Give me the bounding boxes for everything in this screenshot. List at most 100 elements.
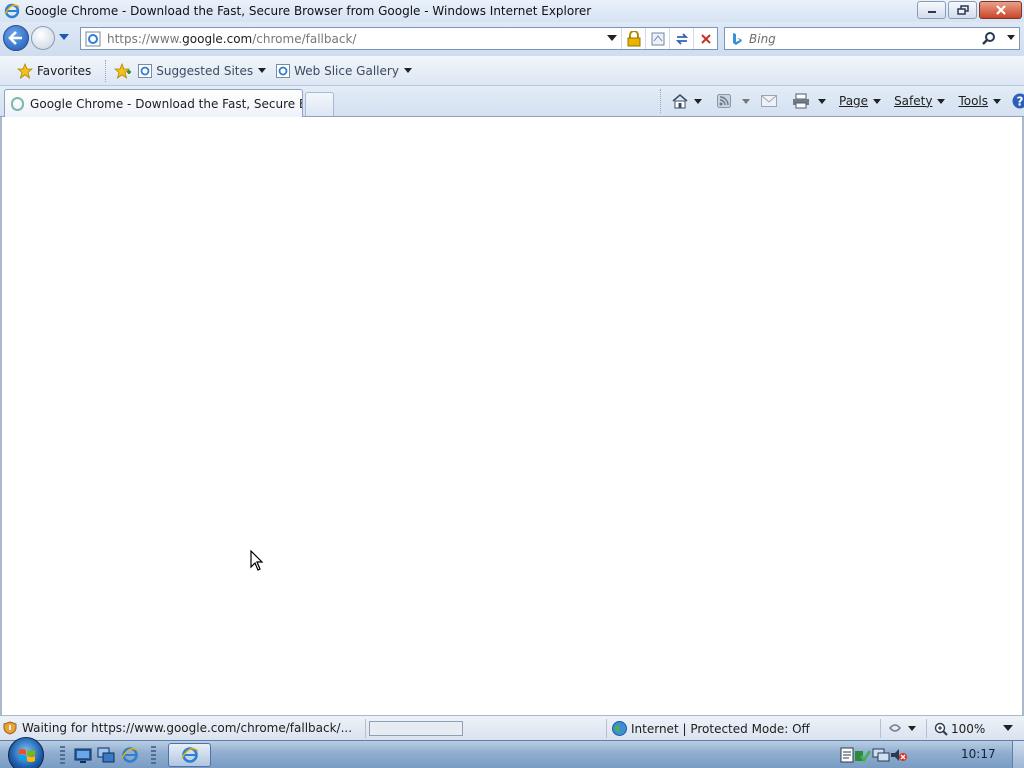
search-options-dropdown-icon[interactable] — [1007, 35, 1015, 41]
status-divider — [880, 719, 881, 738]
command-bar: Page Safety Tools ? — [660, 86, 1024, 116]
new-tab-button[interactable] — [305, 92, 334, 116]
page-menu-label: Page — [839, 94, 869, 108]
feeds-button[interactable] — [717, 94, 750, 108]
favorites-label: Favorites — [37, 63, 92, 78]
svg-text:?: ? — [1017, 95, 1024, 109]
help-button[interactable]: ? — [1012, 93, 1024, 109]
document-icon[interactable] — [840, 747, 854, 763]
taskbar-button-internet-explorer[interactable] — [168, 743, 211, 767]
lock-icon — [627, 30, 640, 46]
favorites-item-label: Suggested Sites — [156, 63, 254, 78]
zoom-level: 100% — [951, 721, 986, 736]
minimize-button[interactable] — [917, 1, 946, 19]
chevron-down-icon[interactable] — [694, 98, 702, 104]
forward-button[interactable] — [31, 26, 55, 50]
zoom-control[interactable]: 100% — [934, 716, 1014, 741]
window-title: Google Chrome - Download the Fast, Secur… — [25, 4, 592, 18]
zoom-icon — [934, 722, 948, 736]
chevron-down-icon[interactable] — [1003, 725, 1014, 732]
printer-icon — [793, 93, 809, 109]
chevron-down-icon — [258, 68, 267, 73]
add-to-favorites-bar-icon[interactable] — [114, 62, 132, 79]
popup-blocker-icon[interactable] — [888, 721, 916, 735]
clock[interactable]: 10:17 — [961, 747, 996, 761]
safety-menu-label: Safety — [894, 94, 933, 108]
home-button[interactable] — [671, 93, 702, 109]
back-button[interactable] — [3, 25, 29, 51]
show-desktop-button[interactable] — [1012, 741, 1024, 768]
windows-logo-icon — [19, 749, 35, 762]
tab-google-chrome[interactable]: Google Chrome - Download the Fast, Secur… — [4, 89, 303, 117]
chevron-down-icon — [873, 98, 882, 104]
tools-menu-label: Tools — [958, 94, 989, 108]
favorites-item-suggested-sites[interactable]: Suggested Sites — [138, 63, 267, 78]
taskbar-grip[interactable] — [60, 746, 65, 764]
search-icon[interactable] — [981, 31, 997, 47]
ie-icon — [4, 3, 20, 19]
favorites-item-web-slice-gallery[interactable]: Web Slice Gallery — [276, 63, 412, 78]
dropdown-icon — [607, 35, 617, 41]
favorites-button[interactable]: Favorites — [17, 60, 91, 82]
ie-quicklaunch-icon[interactable] — [121, 746, 139, 764]
loading-spinner-icon — [11, 96, 25, 111]
tools-menu-button[interactable]: Tools — [958, 94, 1002, 108]
print-button[interactable] — [792, 93, 826, 109]
address-bar[interactable]: https://www.google.com/chrome/fallback/ — [80, 27, 718, 50]
switch-windows-icon[interactable] — [97, 746, 115, 764]
favorites-item-label: Web Slice Gallery — [294, 63, 399, 78]
page-icon — [85, 31, 101, 46]
chevron-down-icon — [993, 98, 1002, 104]
compatibility-view-button[interactable] — [645, 28, 669, 49]
recent-pages-dropdown-icon[interactable] — [59, 34, 69, 42]
search-placeholder: Bing — [749, 31, 776, 46]
read-mail-button[interactable] — [761, 95, 777, 107]
status-divider — [365, 719, 366, 738]
taskbar-grip[interactable] — [151, 746, 156, 764]
address-dropdown-button[interactable] — [603, 28, 621, 49]
mouse-cursor-icon — [250, 550, 264, 571]
status-divider — [606, 719, 607, 738]
ie-page-icon — [138, 63, 153, 78]
bing-icon — [733, 32, 742, 45]
compatibility-icon — [651, 32, 664, 45]
tab-bar: Google Chrome - Download the Fast, Secur… — [0, 86, 1024, 117]
stop-button[interactable] — [693, 28, 717, 49]
security-zone[interactable]: Internet | Protected Mode: Off — [612, 716, 810, 741]
refresh-icon — [675, 32, 688, 45]
minimize-icon — [927, 11, 936, 13]
chevron-down-icon[interactable] — [818, 98, 826, 104]
start-button[interactable] — [8, 737, 44, 768]
tab-label: Google Chrome - Download the Fast, Secur… — [30, 96, 302, 111]
stop-icon — [700, 33, 711, 44]
system-tray — [840, 741, 908, 768]
status-divider — [926, 719, 927, 738]
star-icon — [17, 62, 33, 79]
restore-button[interactable] — [948, 1, 977, 19]
back-arrow-icon — [8, 31, 22, 45]
globe-icon — [612, 721, 627, 736]
mail-icon — [761, 95, 777, 107]
favorites-bar: Favorites Suggested Sites Web Slice Gall… — [0, 56, 1024, 86]
close-icon — [995, 5, 1006, 15]
close-button[interactable] — [979, 1, 1022, 19]
show-desktop-icon[interactable] — [74, 746, 92, 764]
refresh-button[interactable] — [669, 28, 693, 49]
rss-feed-icon — [717, 94, 731, 108]
network-icon[interactable] — [872, 747, 890, 763]
taskbar: 10:17 — [0, 737, 1024, 768]
home-icon — [672, 93, 688, 109]
security-center-icon[interactable] — [854, 747, 872, 763]
page-menu-button[interactable]: Page — [839, 94, 882, 108]
volume-muted-icon[interactable] — [890, 747, 908, 763]
page-content[interactable] — [0, 117, 1024, 715]
zone-label: Internet | Protected Mode: Off — [631, 721, 810, 736]
safety-menu-button[interactable]: Safety — [894, 94, 946, 108]
chevron-down-icon[interactable] — [742, 98, 750, 104]
search-box[interactable]: Bing — [724, 27, 1020, 50]
status-bar: Waiting for https://www.google.com/chrom… — [0, 715, 1024, 740]
url-text[interactable]: https://www.google.com/chrome/fallback/ — [107, 32, 356, 46]
navigation-bar: https://www.google.com/chrome/fallback/ — [0, 22, 1024, 56]
security-lock-button[interactable] — [621, 28, 645, 49]
toolbar-separator — [105, 59, 107, 82]
